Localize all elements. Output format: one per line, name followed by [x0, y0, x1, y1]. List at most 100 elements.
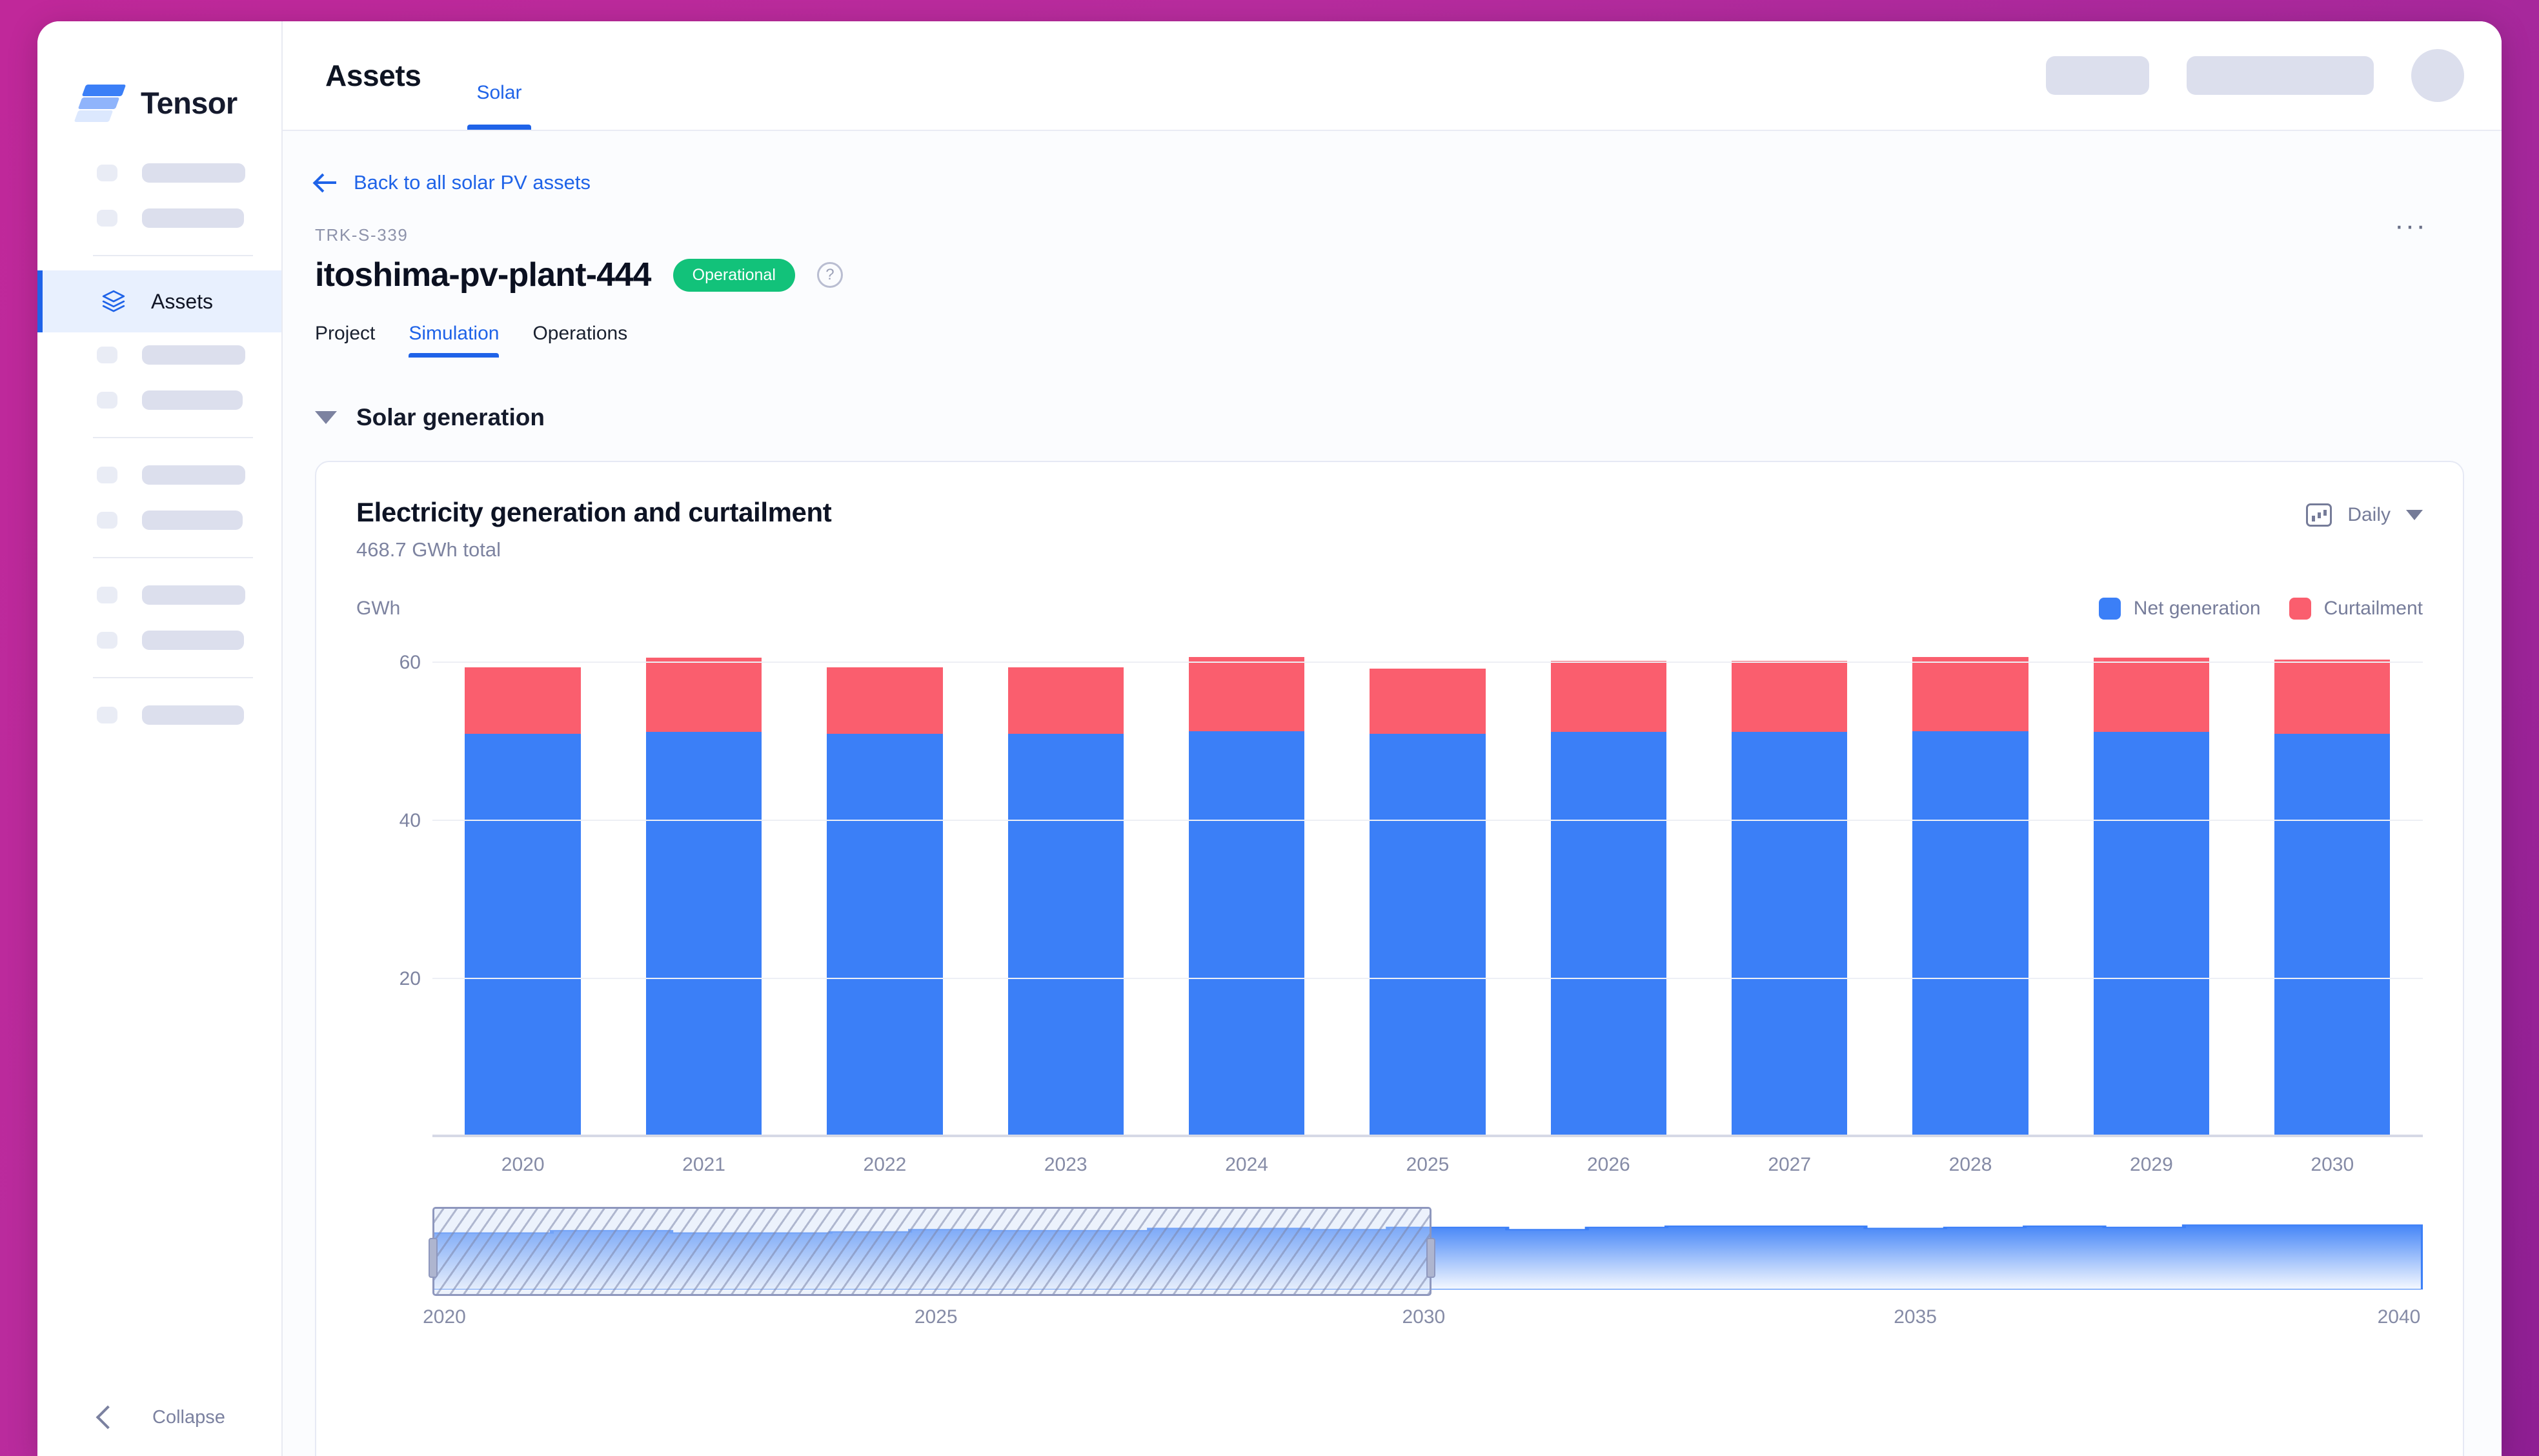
tab-operations[interactable]: Operations [532, 323, 627, 358]
bar-segment-net-generation[interactable] [1370, 733, 1486, 1137]
bar-segment-curtailment[interactable] [1370, 669, 1486, 734]
chart-bar-slot[interactable] [1337, 647, 1518, 1137]
chart-bar[interactable] [645, 658, 762, 1137]
caret-down-icon[interactable] [315, 411, 337, 424]
sidebar-skeleton-item[interactable] [37, 572, 281, 618]
sidebar-skeleton-item[interactable] [37, 150, 281, 196]
chart-bar-slot[interactable] [2242, 647, 2423, 1137]
collapse-sidebar-button[interactable]: Collapse [37, 1379, 281, 1456]
brush-tick-labels: 2020 2025 2030 2035 2040 [423, 1306, 2423, 1332]
ellipsis-icon[interactable]: ··· [2394, 210, 2427, 242]
y-axis-tick: 60 [399, 651, 421, 673]
brush-tick-label: 2020 [423, 1306, 466, 1328]
sidebar-item-assets[interactable]: Assets [37, 270, 281, 332]
bar-segment-net-generation[interactable] [645, 732, 762, 1137]
sidebar-divider [93, 255, 253, 256]
sidebar-skeleton-item[interactable] [37, 693, 281, 738]
bar-segment-curtailment[interactable] [2093, 658, 2210, 733]
chart-bar-slot[interactable] [2061, 647, 2241, 1137]
bar-segment-net-generation[interactable] [2093, 732, 2210, 1137]
chart-bar[interactable] [1007, 667, 1124, 1137]
solar-generation-section-header: Solar generation [283, 358, 2464, 431]
x-axis-tick: 2027 [1768, 1154, 1812, 1175]
bar-segment-curtailment[interactable] [645, 658, 762, 733]
sidebar-skeleton-item[interactable] [37, 332, 281, 378]
chart-bar[interactable] [1370, 669, 1486, 1137]
brush-handle-left[interactable] [429, 1237, 438, 1278]
chart-bar-slot[interactable] [613, 647, 794, 1137]
bar-segment-curtailment[interactable] [1912, 656, 2028, 732]
chart-bar[interactable] [1550, 661, 1667, 1137]
status-badge: Operational [673, 258, 795, 292]
legend-swatch [2289, 598, 2311, 620]
sidebar-skeleton-item[interactable] [37, 618, 281, 663]
skeleton-icon [97, 210, 117, 227]
tab-project-label: Project [315, 323, 376, 344]
brush-handle-right[interactable] [1426, 1237, 1436, 1278]
asset-sub-tabs: Project Simulation Operations [283, 294, 2464, 358]
chart-bar-slot[interactable] [1518, 647, 1699, 1137]
skeleton-label [142, 163, 245, 183]
sidebar-divider [93, 557, 253, 558]
bar-segment-curtailment[interactable] [827, 667, 943, 734]
back-to-all-solar-pv-assets-link[interactable]: Back to all solar PV assets [283, 131, 2464, 194]
bar-segment-net-generation[interactable] [1550, 732, 1667, 1137]
chart-bar[interactable] [1188, 656, 1305, 1137]
brush-hatch-pattern [434, 1209, 1430, 1294]
page-title: Assets [325, 59, 421, 92]
chart-range-brush[interactable] [429, 1207, 2423, 1296]
bar-segment-net-generation[interactable] [2274, 733, 2391, 1137]
x-axis-tick: 2022 [863, 1154, 907, 1175]
bar-segment-curtailment[interactable] [1550, 661, 1667, 733]
bar-segment-net-generation[interactable] [1188, 731, 1305, 1137]
chart-bar-slot[interactable] [1880, 647, 2061, 1137]
x-axis-tick: 2026 [1586, 1154, 1630, 1175]
bar-segment-curtailment[interactable] [1731, 661, 1848, 733]
sidebar-nav: Assets [37, 144, 281, 1379]
chart-bar[interactable] [1912, 656, 2028, 1137]
avatar[interactable] [2411, 49, 2464, 102]
brush-selection-window[interactable] [429, 1207, 1436, 1296]
chart-bar[interactable] [827, 667, 943, 1137]
bar-segment-curtailment[interactable] [2274, 659, 2391, 734]
bar-segment-curtailment[interactable] [1007, 667, 1124, 734]
bar-segment-net-generation[interactable] [1912, 731, 2028, 1137]
question-circle-icon[interactable]: ? [816, 262, 843, 288]
bar-segment-net-generation[interactable] [1007, 733, 1124, 1137]
sidebar-skeleton-item[interactable] [37, 378, 281, 423]
asset-name: itoshima-pv-plant-444 [315, 256, 651, 294]
chart-bar-slot[interactable] [794, 647, 975, 1137]
legend-item-net-generation[interactable]: Net generation [2098, 598, 2261, 620]
sidebar-skeleton-item[interactable] [37, 196, 281, 241]
tab-solar[interactable]: Solar [467, 21, 531, 130]
granularity-selector[interactable]: Daily [2306, 497, 2423, 527]
chart-bar-slot[interactable] [1156, 647, 1337, 1137]
tab-simulation[interactable]: Simulation [409, 323, 500, 358]
bar-segment-net-generation[interactable] [1731, 732, 1848, 1137]
legend-item-curtailment[interactable]: Curtailment [2289, 598, 2423, 620]
topbar-placeholder-button-1[interactable] [2046, 56, 2149, 95]
bar-segment-curtailment[interactable] [1188, 656, 1305, 732]
sidebar-item-label: Assets [151, 289, 214, 313]
x-axis-tick: 2028 [1948, 1154, 1992, 1175]
chart-bar-slot[interactable] [975, 647, 1156, 1137]
chart-bar-slot[interactable] [1699, 647, 1880, 1137]
brand[interactable]: Tensor [37, 21, 281, 144]
asset-header: TRK-S-339 itoshima-pv-plant-444 Operatio… [283, 194, 2464, 294]
bar-segment-net-generation[interactable] [465, 733, 581, 1137]
topbar-placeholder-button-2[interactable] [2187, 56, 2374, 95]
layers-icon [99, 289, 128, 314]
chart-bar[interactable] [1731, 661, 1848, 1137]
bar-segment-net-generation[interactable] [827, 733, 943, 1137]
sidebar-skeleton-item[interactable] [37, 452, 281, 498]
skeleton-icon [97, 587, 117, 603]
chart-bar[interactable] [2093, 658, 2210, 1137]
back-link-label: Back to all solar PV assets [354, 171, 591, 194]
tab-project[interactable]: Project [315, 323, 375, 358]
chart-bars [432, 647, 2423, 1137]
chart-bar[interactable] [465, 667, 581, 1137]
chart-bar-slot[interactable] [432, 647, 613, 1137]
bar-segment-curtailment[interactable] [465, 667, 581, 734]
chart-bar[interactable] [2274, 659, 2391, 1137]
sidebar-skeleton-item[interactable] [37, 498, 281, 543]
